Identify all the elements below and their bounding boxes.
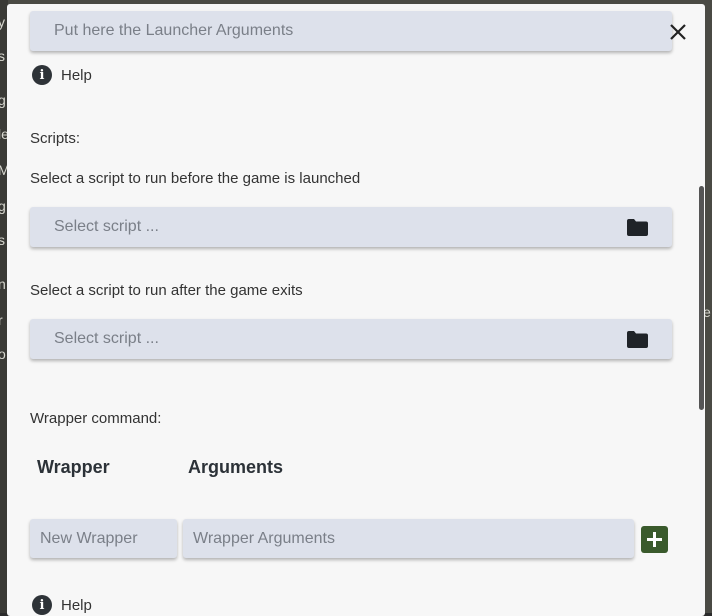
folder-icon[interactable] <box>627 331 648 348</box>
launcher-arguments-placeholder: Put here the Launcher Arguments <box>54 22 294 39</box>
add-wrapper-button[interactable] <box>641 526 668 553</box>
close-button[interactable] <box>667 21 689 43</box>
script-after-input[interactable]: Select script ... <box>30 319 672 359</box>
folder-icon[interactable] <box>627 219 648 236</box>
help-label: Help <box>61 66 92 84</box>
script-before-placeholder: Select script ... <box>54 218 159 235</box>
script-after-label: Select a script to run after the game ex… <box>30 282 303 299</box>
wrapper-arguments-placeholder: Wrapper Arguments <box>193 529 335 547</box>
new-wrapper-input[interactable]: New Wrapper <box>30 519 177 558</box>
info-icon: i <box>32 595 52 615</box>
backdrop-text: g <box>0 198 6 214</box>
backdrop-text: n <box>0 276 6 292</box>
wrapper-heading: Wrapper command: <box>30 410 162 427</box>
arguments-column-header: Arguments <box>188 457 284 477</box>
close-icon <box>670 24 686 40</box>
scrollbar-thumb[interactable] <box>699 186 704 410</box>
backdrop-text: r <box>0 312 3 328</box>
backdrop-text: g <box>0 92 6 108</box>
wrapper-help-link[interactable]: i Help <box>32 595 92 615</box>
script-before-input[interactable]: Select script ... <box>30 207 672 247</box>
scripts-heading: Scripts: <box>30 130 81 147</box>
script-after-placeholder: Select script ... <box>54 330 159 347</box>
wrapper-column-header: Wrapper <box>37 457 110 477</box>
info-icon: i <box>32 65 52 85</box>
wrapper-arguments-input[interactable]: Wrapper Arguments <box>183 519 634 558</box>
launcher-arguments-input[interactable]: Put here the Launcher Arguments <box>30 11 672 51</box>
help-label: Help <box>61 596 92 614</box>
backdrop-text: y <box>0 14 5 30</box>
game-settings-modal: Put here the Launcher Arguments i Help S… <box>7 4 705 616</box>
launcher-help-link[interactable]: i Help <box>32 65 92 85</box>
backdrop-text: s <box>0 48 5 64</box>
plus-icon <box>647 532 662 547</box>
backdrop-text: o <box>0 346 6 362</box>
backdrop-text: s <box>0 232 5 248</box>
script-before-label: Select a script to run before the game i… <box>30 170 361 187</box>
new-wrapper-placeholder: New Wrapper <box>40 529 138 547</box>
